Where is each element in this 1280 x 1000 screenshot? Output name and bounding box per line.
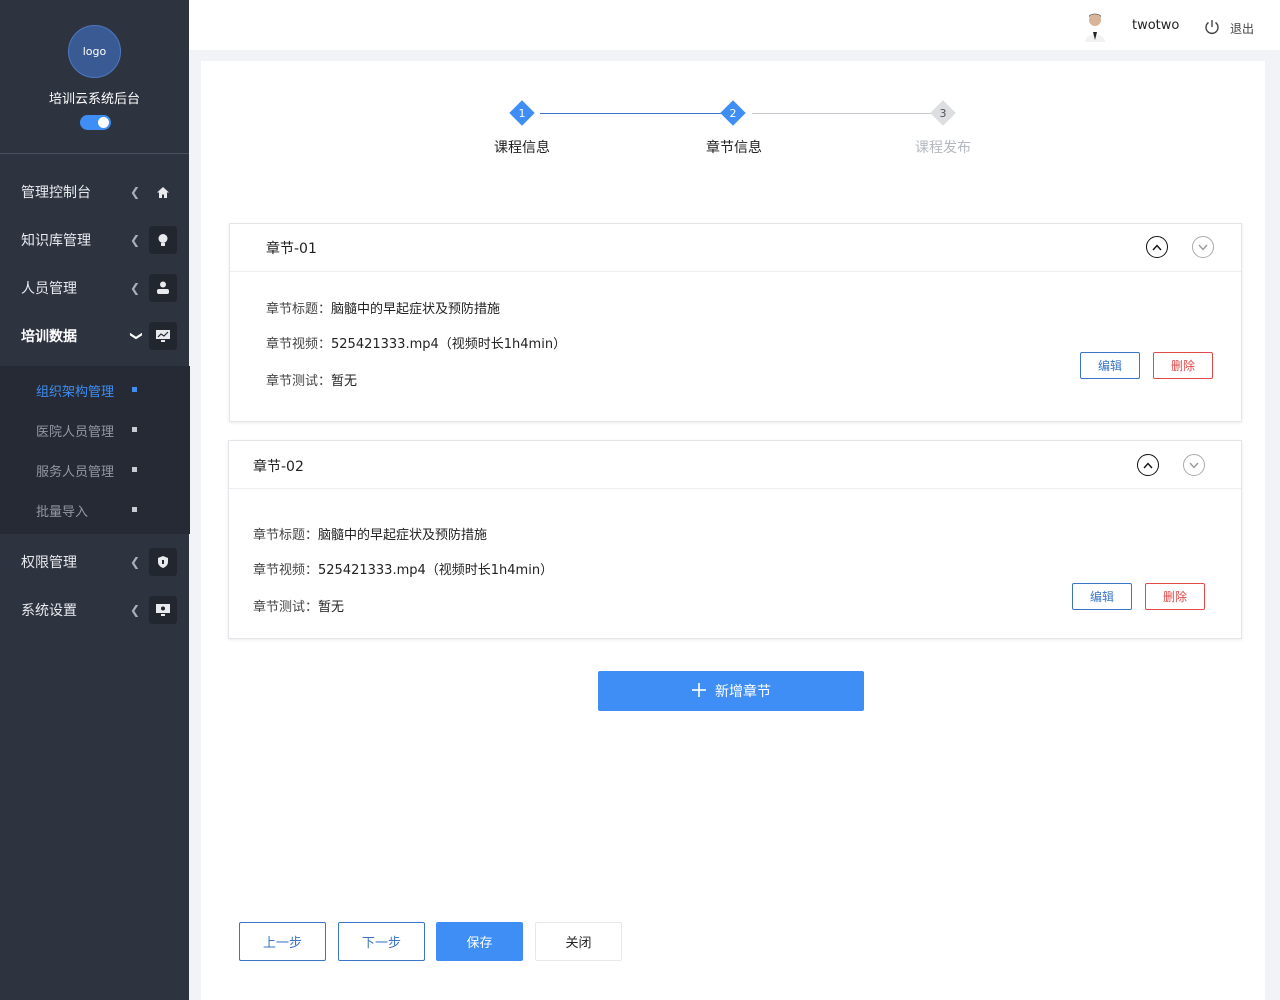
sidebar-item-label: 权限管理 xyxy=(21,555,77,571)
bullet-icon xyxy=(132,467,137,472)
bullet-icon xyxy=(132,387,137,392)
submenu-item-batch-import[interactable]: 批量导入 xyxy=(0,489,190,529)
chapter-video-value: 525421333.mp4（视频时长1h4min） xyxy=(318,563,554,578)
prev-step-button[interactable]: 上一步 xyxy=(239,922,326,961)
submenu-item-label: 医院人员管理 xyxy=(36,425,115,440)
sidebar-item-console[interactable]: 管理控制台 ❮ xyxy=(0,172,189,212)
chapter-title: 章节-01 xyxy=(266,241,317,257)
chapter-video-field: 章节视频：525421333.mp4（视频时长1h4min） xyxy=(253,563,554,578)
edit-button[interactable]: 编辑 xyxy=(1080,352,1140,379)
chapter-video-value: 525421333.mp4（视频时长1h4min） xyxy=(331,337,567,352)
step-number: 3 xyxy=(939,107,947,120)
chapter-card: 章节-01 章节标题：脑髓中的早起症状及预防措施 章节视频：525421333.… xyxy=(229,223,1242,422)
shield-icon xyxy=(149,548,177,576)
close-button[interactable]: 关闭 xyxy=(535,922,622,961)
chapter-test-field: 章节测试：暂无 xyxy=(266,374,358,389)
chapter-title-value: 脑髓中的早起症状及预防措施 xyxy=(318,528,488,543)
chapter-title-field: 章节标题：脑髓中的早起症状及预防措施 xyxy=(253,528,488,543)
submenu-training-data: 组织架构管理 医院人员管理 服务人员管理 批量导入 xyxy=(0,366,190,534)
add-chapter-button[interactable]: 新增章节 xyxy=(598,671,864,711)
top-bar xyxy=(189,0,1280,50)
sidebar-item-label: 培训数据 xyxy=(21,329,77,345)
chevron-left-icon: ❮ xyxy=(130,185,141,199)
step-number: 2 xyxy=(729,107,737,120)
bullet-icon xyxy=(132,507,137,512)
collapse-icon[interactable] xyxy=(1137,454,1159,476)
chapter-title: 章节-02 xyxy=(253,459,304,475)
chevron-down-icon: ❮ xyxy=(128,330,143,342)
users-icon xyxy=(149,274,177,302)
step-label: 课程信息 xyxy=(494,140,550,156)
bullet-icon xyxy=(132,427,137,432)
monitor-chart-icon xyxy=(149,322,177,350)
edit-button[interactable]: 编辑 xyxy=(1072,583,1132,610)
chapter-video-field: 章节视频：525421333.mp4（视频时长1h4min） xyxy=(266,337,567,352)
sidebar-item-label: 知识库管理 xyxy=(21,233,91,249)
settings-monitor-icon xyxy=(149,596,177,624)
save-button[interactable]: 保存 xyxy=(436,922,523,961)
submenu-item-label: 服务人员管理 xyxy=(36,465,115,480)
step-connector xyxy=(540,113,723,114)
step-label: 课程发布 xyxy=(915,140,971,156)
sidebar-item-permissions[interactable]: 权限管理 ❮ xyxy=(0,542,189,582)
chevron-left-icon: ❮ xyxy=(130,281,141,295)
sidebar-item-label: 管理控制台 xyxy=(21,185,91,201)
chevron-left-icon: ❮ xyxy=(130,603,141,617)
delete-button[interactable]: 删除 xyxy=(1145,583,1205,610)
system-title: 培训云系统后台 xyxy=(48,92,140,107)
sidebar-item-label: 系统设置 xyxy=(21,603,77,619)
sidebar-divider xyxy=(0,153,189,154)
lightbulb-icon xyxy=(149,226,177,254)
next-step-button[interactable]: 下一步 xyxy=(338,922,425,961)
chapter-title-value: 脑髓中的早起症状及预防措施 xyxy=(331,302,501,317)
logo: logo xyxy=(68,25,121,78)
home-icon xyxy=(149,178,177,206)
expand-icon[interactable] xyxy=(1183,454,1205,476)
sidebar-item-label: 人员管理 xyxy=(21,281,77,297)
power-icon[interactable] xyxy=(1203,18,1221,36)
sidebar-item-knowledge[interactable]: 知识库管理 ❮ xyxy=(0,220,189,260)
sidebar: logo 培训云系统后台 管理控制台 ❮ 知识库管理 ❮ 人员管理 ❮ 培训数据… xyxy=(0,0,190,1000)
submenu-item-service-staff[interactable]: 服务人员管理 xyxy=(0,449,190,489)
username[interactable]: twotwo xyxy=(1132,18,1179,33)
avatar[interactable] xyxy=(1082,10,1108,42)
chevron-left-icon: ❮ xyxy=(130,555,141,569)
expand-icon[interactable] xyxy=(1192,236,1214,258)
theme-toggle[interactable] xyxy=(80,115,111,130)
plus-icon xyxy=(691,681,707,701)
collapse-icon[interactable] xyxy=(1146,236,1168,258)
logout-link[interactable]: 退出 xyxy=(1230,20,1254,37)
chapter-test-value: 暂无 xyxy=(318,600,345,615)
submenu-item-label: 批量导入 xyxy=(36,505,89,520)
submenu-item-org[interactable]: 组织架构管理 xyxy=(0,369,190,409)
sidebar-item-people[interactable]: 人员管理 ❮ xyxy=(0,268,189,308)
chevron-left-icon: ❮ xyxy=(130,233,141,247)
sidebar-item-settings[interactable]: 系统设置 ❮ xyxy=(0,590,189,630)
sidebar-item-training-data[interactable]: 培训数据 ❮ xyxy=(0,316,189,356)
add-chapter-label: 新增章节 xyxy=(715,684,771,700)
chapter-test-value: 暂无 xyxy=(331,374,358,389)
step-number: 1 xyxy=(518,107,526,120)
step-label: 章节信息 xyxy=(706,140,762,156)
chapter-card-header: 章节-01 xyxy=(230,224,1241,272)
chapter-title-field: 章节标题：脑髓中的早起症状及预防措施 xyxy=(266,302,501,317)
delete-button[interactable]: 删除 xyxy=(1153,352,1213,379)
chapter-card: 章节-02 章节标题：脑髓中的早起症状及预防措施 章节视频：525421333.… xyxy=(228,440,1242,639)
chapter-card-header: 章节-02 xyxy=(229,441,1241,489)
step-connector xyxy=(752,113,932,114)
submenu-item-label: 组织架构管理 xyxy=(36,385,115,400)
submenu-item-hospital-staff[interactable]: 医院人员管理 xyxy=(0,409,190,449)
chapter-test-field: 章节测试：暂无 xyxy=(253,600,345,615)
